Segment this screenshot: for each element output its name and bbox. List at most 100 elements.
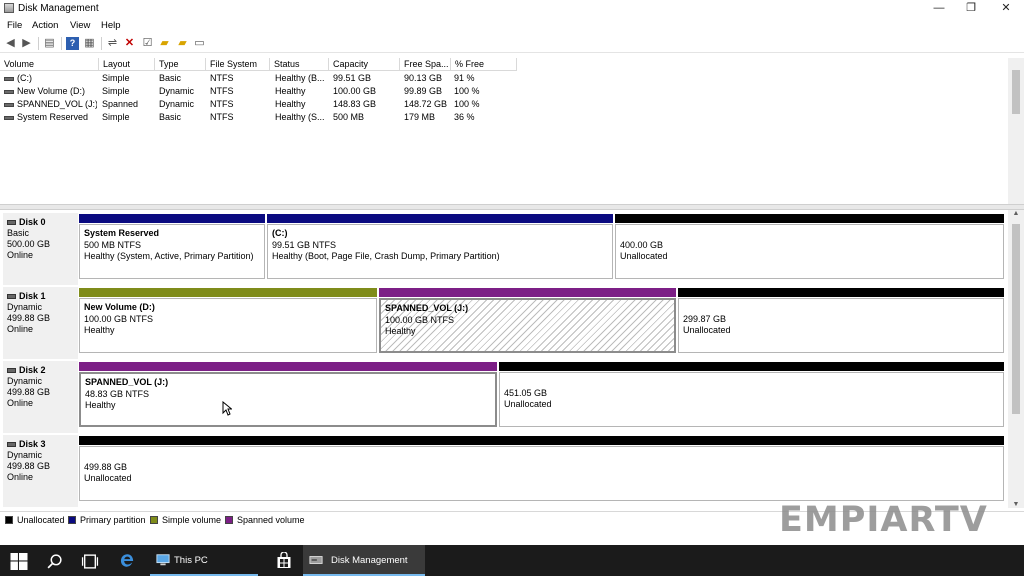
- this-pc-icon: [156, 554, 170, 566]
- column-header-capacity[interactable]: Capacity: [329, 58, 400, 71]
- table-row[interactable]: (C:) Simple Basic NTFS Healthy (B... 99.…: [0, 72, 1024, 85]
- forward-icon[interactable]: ▶: [20, 37, 33, 50]
- menu-file[interactable]: File: [7, 20, 22, 31]
- cell-status: Healthy (S...: [275, 112, 325, 122]
- new-folder-icon[interactable]: ▰: [158, 37, 171, 50]
- disk-label[interactable]: Disk 1 Dynamic 499.88 GB Online: [3, 287, 78, 359]
- task-view-icon[interactable]: [81, 553, 99, 570]
- disk-status: Online: [7, 324, 34, 334]
- edge-browser-icon[interactable]: [118, 552, 136, 569]
- disk-type: Dynamic: [7, 302, 43, 312]
- disk-status: Online: [7, 250, 34, 260]
- cell-percent-free: 91 %: [454, 73, 475, 83]
- cell-type: Basic: [159, 73, 182, 83]
- scroll-up-arrow-icon[interactable]: ▲: [1008, 210, 1024, 217]
- column-header-layout[interactable]: Layout: [99, 58, 155, 71]
- drive-icon: [4, 77, 14, 81]
- column-header-status[interactable]: Status: [270, 58, 329, 71]
- view-icon[interactable]: ▭: [193, 37, 206, 50]
- partition-system-reserved[interactable]: System Reserved 500 MB NTFS Healthy (Sys…: [79, 224, 265, 279]
- column-header-type[interactable]: Type: [155, 58, 206, 71]
- partition-spanned-vol-j[interactable]: SPANNED_VOL (J:) 100.00 GB NTFS Healthy: [379, 298, 676, 353]
- cell-file-system: NTFS: [210, 86, 234, 96]
- open-folder-icon[interactable]: ▰: [176, 37, 189, 50]
- cell-file-system: NTFS: [210, 112, 234, 122]
- cell-free-space: 99.89 GB: [404, 86, 443, 96]
- partition-bar-spanned: [379, 288, 676, 297]
- disk-type: Dynamic: [7, 376, 43, 386]
- cell-status: Healthy: [275, 86, 306, 96]
- mouse-cursor-icon: [222, 401, 232, 416]
- disk-icon: [7, 220, 16, 226]
- partition-unallocated[interactable]: 451.05 GB Unallocated: [499, 372, 1004, 427]
- watermark: EMPIARTV: [779, 500, 988, 540]
- scroll-down-arrow-icon[interactable]: ▼: [1008, 501, 1024, 508]
- partition-unallocated[interactable]: 499.88 GB Unallocated: [79, 446, 1004, 501]
- properties-icon[interactable]: ▦: [83, 37, 96, 50]
- table-row[interactable]: New Volume (D:) Simple Dynamic NTFS Heal…: [0, 85, 1024, 98]
- store-icon[interactable]: [275, 552, 293, 569]
- menu-action[interactable]: Action: [32, 20, 58, 31]
- toolbar-separator: [101, 37, 102, 50]
- partition-unallocated[interactable]: 400.00 GB Unallocated: [615, 224, 1004, 279]
- cell-capacity: 148.83 GB: [333, 99, 377, 109]
- disk-name: Disk 1: [7, 291, 46, 301]
- taskbar-app-this-pc[interactable]: This PC: [150, 545, 258, 576]
- column-header-free-space[interactable]: Free Spa...: [400, 58, 451, 71]
- disk-management-app-icon: [4, 3, 14, 13]
- column-header-volume[interactable]: Volume: [0, 58, 99, 71]
- disk-management-icon: [309, 556, 323, 564]
- partition-spanned-vol-j[interactable]: SPANNED_VOL (J:) 48.83 GB NTFS Healthy: [79, 372, 497, 427]
- volume-list: Volume Layout Type File System Status Ca…: [0, 58, 1024, 204]
- windows-start-icon[interactable]: [10, 553, 28, 570]
- disk-row: Disk 3 Dynamic 499.88 GB Online 499.88 G…: [0, 435, 1008, 507]
- delete-icon[interactable]: ✕: [123, 37, 136, 50]
- legend-swatch: [150, 516, 158, 524]
- close-button[interactable]: ✕: [989, 0, 1023, 17]
- check-icon[interactable]: ☑: [141, 37, 154, 50]
- cell-type: Dynamic: [159, 86, 195, 96]
- partition-unallocated[interactable]: 299.87 GB Unallocated: [678, 298, 1004, 353]
- help-icon[interactable]: ?: [66, 37, 79, 50]
- cell-type: Basic: [159, 112, 182, 122]
- volume-list-scrollbar[interactable]: [1008, 58, 1024, 204]
- cell-type: Dynamic: [159, 99, 195, 109]
- disk-label[interactable]: Disk 2 Dynamic 499.88 GB Online: [3, 361, 78, 433]
- disk-row: Disk 0 Basic 500.00 GB Online System Res…: [0, 213, 1008, 285]
- disk-label[interactable]: Disk 0 Basic 500.00 GB Online: [3, 213, 78, 285]
- cell-layout: Spanned: [102, 99, 139, 109]
- disk-size: 499.88 GB: [7, 313, 51, 323]
- restore-button[interactable]: ❐: [954, 0, 988, 17]
- menu-view[interactable]: View: [70, 20, 90, 31]
- search-icon[interactable]: [46, 553, 64, 570]
- cell-layout: Simple: [102, 86, 130, 96]
- disk-row: Disk 2 Dynamic 499.88 GB Online SPANNED_…: [0, 361, 1008, 433]
- table-row[interactable]: SPANNED_VOL (J:) Spanned Dynamic NTFS He…: [0, 98, 1024, 111]
- cell-layout: Simple: [102, 112, 130, 122]
- connect-drive-icon[interactable]: ⇌: [106, 37, 119, 50]
- scrollbar-thumb[interactable]: [1012, 70, 1020, 114]
- table-row[interactable]: System Reserved Simple Basic NTFS Health…: [0, 111, 1024, 124]
- back-icon[interactable]: ◀: [4, 37, 17, 50]
- cell-percent-free: 100 %: [454, 86, 480, 96]
- disk-type: Basic: [7, 228, 30, 238]
- taskbar-app-disk-management[interactable]: Disk Management: [303, 545, 425, 576]
- minimize-button[interactable]: —: [922, 0, 956, 17]
- partition-c-drive[interactable]: (C:) 99.51 GB NTFS Healthy (Boot, Page F…: [267, 224, 613, 279]
- show-hide-console-tree-icon[interactable]: ▤: [43, 37, 56, 50]
- disk-type: Dynamic: [7, 450, 43, 460]
- column-header-file-system[interactable]: File System: [206, 58, 270, 71]
- partition-bar-unallocated: [678, 288, 1004, 297]
- disk-view-scrollbar[interactable]: ▲ ▼: [1008, 210, 1024, 508]
- menu-help[interactable]: Help: [101, 20, 121, 31]
- scrollbar-thumb[interactable]: [1012, 224, 1020, 414]
- disk-size: 499.88 GB: [7, 461, 51, 471]
- partition-new-volume-d[interactable]: New Volume (D:) 100.00 GB NTFS Healthy: [79, 298, 377, 353]
- drive-icon: [4, 116, 14, 120]
- disk-status: Online: [7, 472, 34, 482]
- column-header-percent-free[interactable]: % Free: [451, 58, 517, 71]
- disk-label[interactable]: Disk 3 Dynamic 499.88 GB Online: [3, 435, 78, 507]
- cell-capacity: 100.00 GB: [333, 86, 377, 96]
- disk-graphical-view: Disk 0 Basic 500.00 GB Online System Res…: [0, 210, 1008, 508]
- cell-capacity: 500 MB: [333, 112, 365, 122]
